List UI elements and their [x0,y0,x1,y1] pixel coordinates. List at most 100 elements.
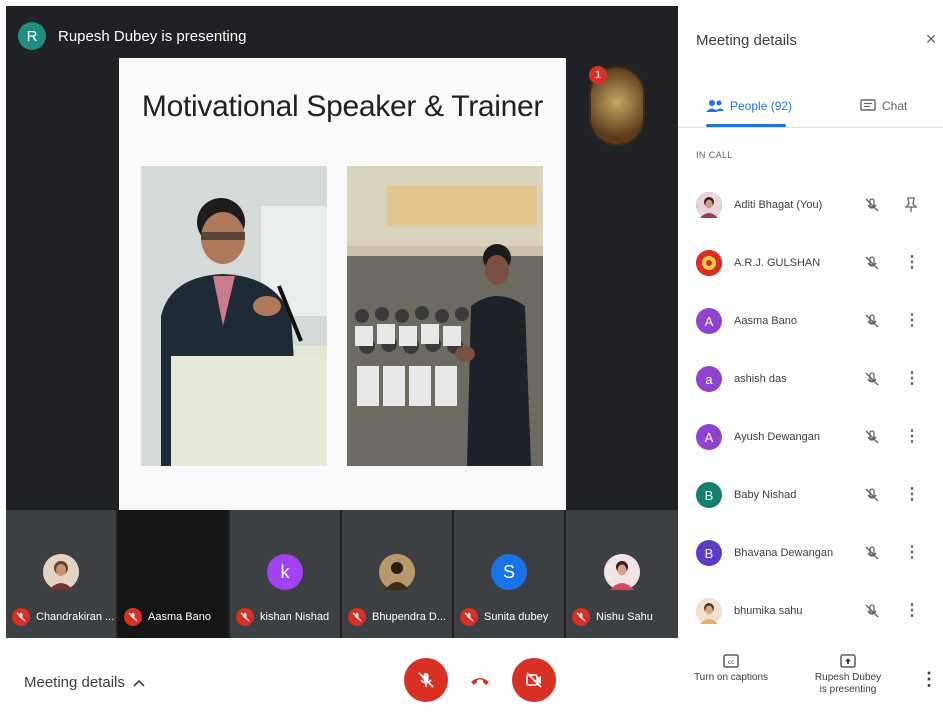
svg-text:cc: cc [728,659,735,666]
participant-letter-avatar: A [696,424,722,450]
participant-name: Nishu Sahu [596,611,653,623]
participant-label: Sunita dubey [460,608,548,626]
turn-on-captions-button[interactable]: cc Turn on captions [686,654,776,683]
mic-off-icon [865,314,879,328]
participant-tile[interactable]: Bhupendra D... [342,510,454,638]
tab-chat[interactable]: Chat [860,86,907,126]
panel-divider [678,127,943,128]
in-call-section-label: IN CALL [696,150,733,160]
slide-photo-audience [347,166,543,466]
list-item[interactable]: A Ayush Dewangan ⋮ [678,408,943,466]
speaker-photo-illustration [141,166,327,466]
slide-title: Motivational Speaker & Trainer [141,90,544,123]
participant-name: A.R.J. GULSHAN [734,257,821,269]
list-item[interactable]: A.R.J. GULSHAN ⋮ [678,234,943,292]
mic-off-icon [124,608,142,626]
presenter-bar: R Rupesh Dubey is presenting [18,18,246,54]
participant-name: Bhavana Dewangan [734,547,834,559]
meeting-details-toggle[interactable]: Meeting details [24,674,145,691]
participant-name: Aasma Bano [148,611,211,623]
participant-letter-avatar: B [696,540,722,566]
mic-off-icon [865,198,879,212]
list-item[interactable]: A Aasma Bano ⋮ [678,292,943,350]
more-options-icon[interactable]: ⋮ [904,313,920,329]
mic-off-icon [865,256,879,270]
meeting-details-label: Meeting details [24,674,125,691]
participant-tile[interactable]: S Sunita dubey [454,510,566,638]
participant-name: Baby Nishad [734,489,797,501]
participant-tile[interactable]: Nishu Sahu [566,510,678,638]
list-item[interactable]: Aditi Bhagat (You) [678,176,943,234]
people-icon [706,100,724,112]
participant-photo-avatar [696,250,722,276]
more-options-icon[interactable]: ⋮ [904,603,920,619]
list-item[interactable]: bhumika sahu ⋮ [678,582,943,640]
participant-name: Aditi Bhagat (You) [734,199,823,211]
more-options-icon[interactable]: ⋮ [904,371,920,387]
captions-icon: cc [723,654,739,668]
participant-photo-avatar [604,554,640,590]
list-item[interactable]: B Bhavana Dewangan ⋮ [678,524,943,582]
tab-people-label: People (92) [730,99,793,113]
mic-off-icon [865,430,879,444]
microphone-toggle-button[interactable] [404,658,448,702]
mic-off-icon [572,608,590,626]
participant-label: Bhupendra D... [348,608,446,626]
presenting-label-status: is presenting [819,684,877,695]
participant-name: ashish das [734,373,787,385]
tab-people[interactable]: People (92) [706,86,792,126]
panel-title: Meeting details [696,32,797,49]
person-photo-icon [43,554,79,590]
participant-letter-avatar: A [696,308,722,334]
participant-letter-avatar: B [696,482,722,508]
logo-photo-icon [696,250,722,276]
mic-off-icon [865,488,879,502]
participant-name: bhumika sahu [734,605,803,617]
captions-label: Turn on captions [693,672,769,683]
more-options-icon[interactable]: ⋮ [904,255,920,271]
close-icon[interactable]: × [922,30,940,48]
participant-tile[interactable]: k kishan Nishad [230,510,342,638]
more-options-icon[interactable]: ⋮ [904,545,920,561]
more-options-icon[interactable]: ⋮ [920,670,938,688]
person-photo-icon [604,554,640,590]
presenting-status-button[interactable]: Rupesh Dubey is presenting [800,654,896,695]
participant-letter-avatar: k [267,554,303,590]
slide-photo-speaker [141,166,327,466]
leave-call-button[interactable] [458,658,502,702]
mic-off-icon [236,608,254,626]
presenter-label: Rupesh Dubey is presenting [58,27,247,45]
more-options-icon[interactable]: ⋮ [904,429,920,445]
presenting-label-name: Rupesh Dubey [814,672,882,683]
list-item[interactable]: a ashish das ⋮ [678,350,943,408]
person-photo-icon [379,554,415,590]
list-item[interactable]: B Baby Nishad ⋮ [678,466,943,524]
participant-name: Aasma Bano [734,315,797,327]
bottom-toolbar: Meeting details cc Turn on captions Rupe… [0,644,943,714]
participant-tile[interactable]: Aasma Bano [118,510,230,638]
participant-letter-avatar: a [696,366,722,392]
people-list: Aditi Bhagat (You) A.R.J. GULSHAN ⋮ A Aa… [678,176,943,640]
camera-toggle-button[interactable] [512,658,556,702]
mic-off-icon [865,372,879,386]
pinned-count-badge: 1 [589,66,607,84]
participant-photo-avatar [696,192,722,218]
participant-photo-avatar [43,554,79,590]
meeting-details-panel: Meeting details × People (92) Chat IN CA… [678,0,943,644]
meet-window: R Rupesh Dubey is presenting Motivationa… [0,0,943,714]
participant-tile[interactable]: Chandrakiran ... [6,510,118,638]
participant-label: kishan Nishad [236,608,329,626]
more-options-icon[interactable]: ⋮ [904,487,920,503]
pin-icon[interactable] [904,197,918,213]
mic-off-icon [460,608,478,626]
participant-name: Bhupendra D... [372,611,446,623]
participant-name: kishan Nishad [260,611,330,623]
chat-icon [860,99,876,111]
participant-label: Chandrakiran ... [12,608,114,626]
participant-letter-avatar: S [491,554,527,590]
mic-off-icon [865,546,879,560]
participant-name: Sunita dubey [484,611,549,623]
participant-label: Nishu Sahu [572,608,653,626]
participant-name: Chandrakiran ... [36,611,115,623]
audience-photo-illustration [347,166,543,466]
